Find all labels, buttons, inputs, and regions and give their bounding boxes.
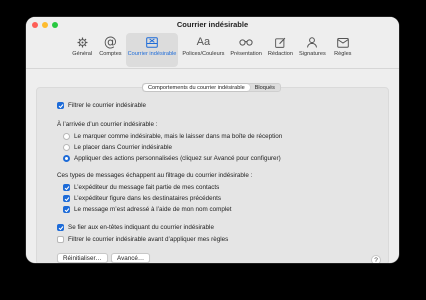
radio-button [63, 133, 70, 140]
toolbar-item-label: Polices/Couleurs [182, 51, 225, 57]
settings-panel: Filtrer le courrier indésirable À l’arri… [36, 87, 389, 263]
checkbox-label: Filtrer le courrier indésirable avant d’… [68, 236, 229, 243]
radio-label: Appliquer des actions personnalisées (cl… [74, 155, 281, 162]
radio-label: Le marquer comme indésirable, mais le la… [74, 133, 283, 140]
toolbar-item-viewing[interactable]: Présentation [228, 33, 263, 67]
checkmark-icon [57, 102, 64, 109]
toolbar-item-label: Courrier indésirable [127, 51, 177, 57]
tab-junk-behavior[interactable]: Comportements du courrier indésirable [143, 84, 250, 91]
on-arrival-heading: À l’arrivée d’un courrier indésirable : [57, 121, 158, 128]
junk-tray-icon [146, 34, 158, 50]
exempt-contacts-checkbox[interactable]: L’expéditeur du message fait partie de m… [63, 184, 219, 191]
radio-button [63, 144, 70, 151]
title-bar: Courrier indésirable [26, 17, 399, 33]
preferences-window: Courrier indésirable Général @ Comptes C… [26, 17, 399, 263]
gear-icon [77, 34, 88, 50]
glasses-icon [239, 34, 253, 50]
toolbar-item-rules[interactable]: Règles [330, 33, 356, 67]
checkmark-icon [63, 195, 70, 202]
toolbar-item-composing[interactable]: Rédaction [266, 33, 295, 67]
segmented-tabs: Comportements du courrier indésirable Bl… [142, 83, 281, 92]
checkbox-label: L’expéditeur du message fait partie de m… [74, 184, 220, 191]
help-button[interactable]: ? [371, 255, 381, 263]
toolbar-item-accounts[interactable]: @ Comptes [97, 33, 123, 67]
checkbox-label: Filtrer le courrier indésirable [68, 102, 147, 109]
radio-move-to-junk[interactable]: Le placer dans Courrier indésirable [63, 144, 172, 151]
toolbar-item-label: Général [72, 51, 93, 57]
rules-icon [336, 34, 349, 50]
reset-button[interactable]: Réinitialiser… [57, 253, 108, 263]
font-icon: Aa [196, 36, 211, 48]
enable-junk-filter-checkbox[interactable]: Filtrer le courrier indésirable [57, 102, 146, 109]
checkbox-box [57, 236, 64, 243]
checkmark-icon [57, 224, 64, 231]
checkbox-label: Le message m’est adressé à l’aide de mon… [74, 206, 232, 213]
toolbar-item-label: Présentation [230, 51, 262, 57]
checkbox-label: L’expéditeur figure dans les destinatair… [74, 195, 222, 202]
toolbar-item-label: Comptes [99, 51, 122, 57]
checkmark-icon [63, 184, 70, 191]
exempt-previous-recipients-checkbox[interactable]: L’expéditeur figure dans les destinatair… [63, 195, 221, 202]
at-icon: @ [103, 34, 117, 50]
window-title: Courrier indésirable [176, 20, 249, 29]
radio-custom-actions[interactable]: Appliquer des actions personnalisées (cl… [63, 155, 281, 162]
toolbar-item-general[interactable]: Général [69, 33, 95, 67]
signature-icon [306, 34, 318, 50]
toolbar-item-label: Rédaction [267, 51, 294, 57]
toolbar-item-junk-mail[interactable]: Courrier indésirable [125, 33, 179, 67]
preferences-toolbar: Général @ Comptes Courrier indésirable A… [26, 33, 399, 69]
radio-mark-as-junk[interactable]: Le marquer comme indésirable, mais le la… [63, 133, 282, 140]
toolbar-item-signatures[interactable]: Signatures [297, 33, 328, 67]
filter-before-rules-checkbox[interactable]: Filtrer le courrier indésirable avant d’… [57, 236, 228, 243]
trust-junk-headers-checkbox[interactable]: Se fier aux en-têtes indiquant du courri… [57, 224, 214, 231]
toolbar-item-label: Signatures [299, 51, 326, 57]
exempt-full-name-checkbox[interactable]: Le message m’est adressé à l’aide de mon… [63, 206, 232, 213]
tab-blocked[interactable]: Bloqués [250, 84, 280, 91]
toolbar-item-fonts-colors[interactable]: Aa Polices/Couleurs [180, 33, 226, 67]
radio-button [63, 155, 70, 162]
toolbar-item-label: Règles [334, 51, 352, 57]
checkmark-icon [63, 206, 70, 213]
exemptions-heading: Ces types de messages échappent au filtr… [57, 172, 253, 179]
radio-label: Le placer dans Courrier indésirable [74, 144, 173, 151]
compose-icon [275, 34, 286, 50]
advanced-button[interactable]: Avancé… [111, 253, 151, 263]
checkbox-label: Se fier aux en-têtes indiquant du courri… [68, 224, 214, 231]
